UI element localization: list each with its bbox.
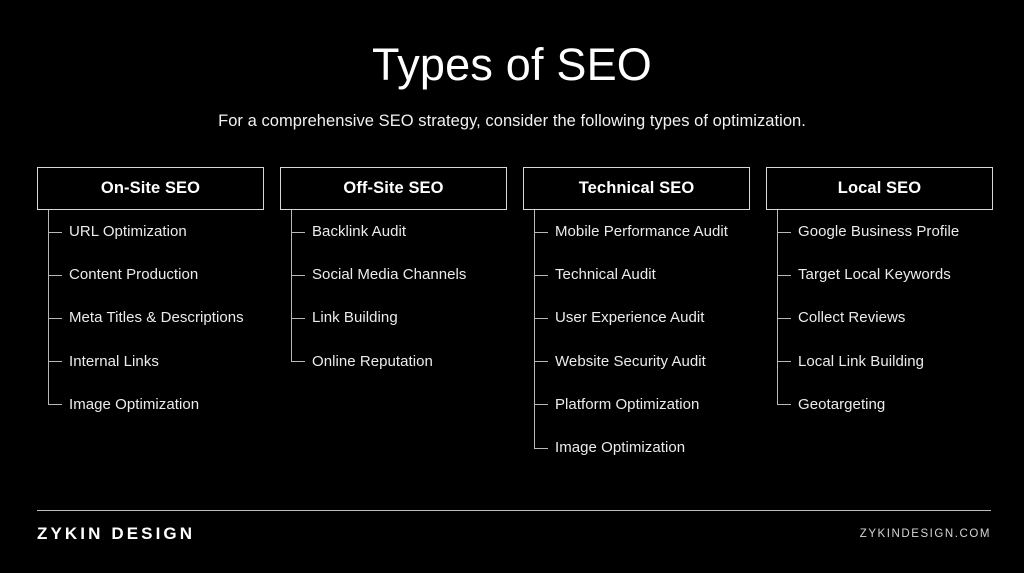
tree-item-label: Image Optimization [69,395,200,413]
tree-item-label: Mobile Performance Audit [555,223,728,241]
column-header-label: Technical SEO [578,179,695,197]
tree-item[interactable]: Image Optimization [37,383,264,426]
column-header-label: Off-Site SEO [343,179,444,197]
tree-item[interactable]: URL Optimization [37,210,264,253]
tree-item-label: Technical Audit [555,266,656,284]
tree-item-label: User Experience Audit [555,309,705,327]
tree-item[interactable]: Backlink Audit [280,210,507,253]
column-header-box[interactable]: Local SEO [766,167,993,210]
tree-item-label: Collect Reviews [798,309,906,327]
tree-item-label: Social Media Channels [312,266,467,284]
tree-item-label: Content Production [69,266,199,284]
footer-brand: ZYKIN DESIGN [37,524,196,543]
seo-column: Local SEO Google Business Profile Target L… [766,167,993,426]
seo-type-columns: On-Site SEO URL Optimization Content Produ… [37,167,993,469]
tree-item-label: Backlink Audit [312,223,407,241]
column-header-box[interactable]: Technical SEO [523,167,750,210]
footer: ZYKIN DESIGN ZYKINDESIGN.COM [37,524,991,544]
tree-item[interactable]: Platform Optimization [523,383,750,426]
page-title: Types of SEO [371,39,653,90]
column-header-label: Local SEO [837,179,922,197]
tree-item-label: Platform Optimization [555,395,700,413]
tree-item[interactable]: Website Security Audit [523,340,750,383]
tree-item[interactable]: Google Business Profile [766,210,993,253]
tree-item-label: Online Reputation [312,352,433,370]
seo-column: Off-Site SEO Backlink Audit Social Media C… [280,167,507,383]
column-tree: Google Business Profile Target Local Keyw… [766,210,993,426]
tree-item[interactable]: Internal Links [37,340,264,383]
tree-item[interactable]: Online Reputation [280,340,507,383]
tree-item-label: Link Building [312,309,398,327]
tree-item[interactable]: Image Optimization [523,426,750,469]
tree-item[interactable]: Social Media Channels [280,253,507,296]
slide-canvas: Types of SEO For a comprehensive SEO str… [0,0,1024,573]
tree-item[interactable]: User Experience Audit [523,296,750,339]
column-header-box[interactable]: On-Site SEO [37,167,264,210]
tree-item[interactable]: Geotargeting [766,383,993,426]
tree-item-label: Geotargeting [798,395,886,413]
tree-item[interactable]: Local Link Building [766,340,993,383]
tree-item-label: Internal Links [69,352,159,370]
tree-item[interactable]: Content Production [37,253,264,296]
tree-item-label: URL Optimization [69,223,187,241]
tree-item[interactable]: Technical Audit [523,253,750,296]
column-tree: Backlink Audit Social Media Channels Link … [280,210,507,383]
seo-column: Technical SEO Mobile Performance Audit Tec… [523,167,750,469]
tree-item-label: Image Optimization [555,439,686,457]
tree-item[interactable]: Link Building [280,296,507,339]
tree-item-label: Google Business Profile [798,223,960,241]
tree-item-label: Website Security Audit [555,352,706,370]
footer-url: ZYKINDESIGN.COM [859,528,991,540]
column-tree: Mobile Performance Audit Technical Audit U… [523,210,750,469]
tree-item-label: Meta Titles & Descriptions [69,309,244,327]
seo-column: On-Site SEO URL Optimization Content Produ… [37,167,264,426]
column-header-label: On-Site SEO [100,179,201,197]
tree-item[interactable]: Mobile Performance Audit [523,210,750,253]
footer-divider [37,510,991,511]
tree-item[interactable]: Target Local Keywords [766,253,993,296]
tree-item-label: Target Local Keywords [798,266,951,284]
tree-item[interactable]: Meta Titles & Descriptions [37,296,264,339]
tree-item[interactable]: Collect Reviews [766,296,993,339]
tree-item-label: Local Link Building [798,352,925,370]
column-tree: URL Optimization Content Production Meta T… [37,210,264,426]
column-header-box[interactable]: Off-Site SEO [280,167,507,210]
page-subtitle: For a comprehensive SEO strategy, consid… [218,112,806,130]
